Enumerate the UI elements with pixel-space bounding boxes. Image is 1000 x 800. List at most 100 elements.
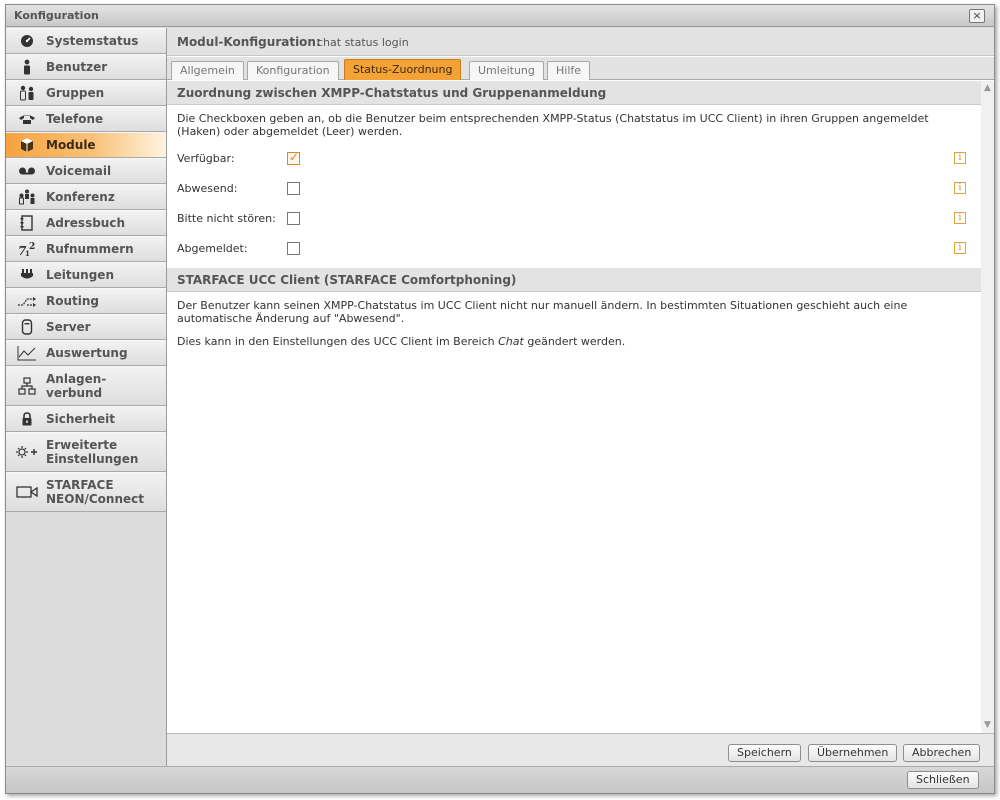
sidebar-item-label: Systemstatus bbox=[46, 34, 139, 48]
tab-umleitung[interactable]: Umleitung bbox=[469, 61, 544, 80]
scroll-down-icon[interactable]: ▼ bbox=[983, 721, 992, 730]
info-icon[interactable]: i bbox=[954, 212, 966, 224]
check-icon: ✓ bbox=[289, 150, 300, 164]
sidebar-item-telefone[interactable]: Telefone bbox=[6, 106, 166, 132]
network-icon bbox=[15, 376, 39, 396]
cancel-button[interactable]: Abbrechen bbox=[903, 744, 981, 762]
panel-footer: Speichern Übernehmen Abbrechen bbox=[167, 733, 994, 766]
sidebar-item-label: Leitungen bbox=[46, 268, 114, 282]
status-label-bitte-nicht-stoeren: Bitte nicht stören: bbox=[177, 212, 276, 225]
sidebar-item-label: Auswertung bbox=[46, 346, 128, 360]
routing-icon bbox=[15, 291, 39, 311]
sidebar-item-systemstatus[interactable]: Systemstatus bbox=[6, 28, 166, 54]
window-bottombar: Schließen bbox=[6, 766, 994, 793]
description-line-1: Die Checkboxen geben an, ob die Benutzer… bbox=[177, 112, 929, 125]
sidebar-item-voicemail[interactable]: Voicemail bbox=[6, 158, 166, 184]
sidebar-item-label: Gruppen bbox=[46, 86, 105, 100]
sidebar-item-adressbuch[interactable]: Adressbuch bbox=[6, 210, 166, 236]
status-label-abwesend: Abwesend: bbox=[177, 182, 238, 195]
module-header-key: Modul-Konfiguration: bbox=[177, 35, 321, 49]
sidebar-item-rufnummern[interactable]: 712 Rufnummern bbox=[6, 236, 166, 262]
sidebar-item-benutzer[interactable]: Benutzer bbox=[6, 54, 166, 80]
sidebar-item-routing[interactable]: Routing bbox=[6, 288, 166, 314]
apply-button[interactable]: Übernehmen bbox=[808, 744, 898, 762]
numbers-icon: 712 bbox=[15, 239, 39, 259]
checkbox-verfuegbar[interactable]: ✓ bbox=[287, 150, 300, 165]
svg-text:2: 2 bbox=[29, 242, 35, 252]
sidebar-item-label: Benutzer bbox=[46, 60, 108, 74]
sidebar-item-label: Rufnummern bbox=[46, 242, 134, 256]
sidebar-item-konferenz[interactable]: Konferenz bbox=[6, 184, 166, 210]
status-label-abgemeldet: Abgemeldet: bbox=[177, 242, 248, 255]
section-description: Die Checkboxen geben an, ob die Benutzer… bbox=[177, 112, 967, 138]
tab-content: Zuordnung zwischen XMPP-Chatstatus und G… bbox=[167, 81, 994, 733]
ucc-paragraph-2-before: Dies kann in den Einstellungen des UCC C… bbox=[177, 335, 499, 348]
ucc-paragraph-1-line-2: automatische Änderung auf "Abwesend". bbox=[177, 312, 405, 325]
checkbox-abgemeldet[interactable] bbox=[287, 242, 300, 255]
status-label-verfuegbar: Verfügbar: bbox=[177, 152, 235, 165]
sidebar-item-server[interactable]: Server bbox=[6, 314, 166, 340]
checkbox-abwesend[interactable] bbox=[287, 182, 300, 195]
info-icon[interactable]: i bbox=[954, 152, 966, 164]
camera-icon bbox=[15, 482, 39, 502]
advanced-settings-icon bbox=[15, 442, 39, 462]
tab-allgemein[interactable]: Allgemein bbox=[171, 61, 244, 80]
label-line-2: Einstellungen bbox=[46, 452, 139, 466]
sidebar-item-module[interactable]: Module bbox=[6, 132, 166, 158]
sidebar-item-label: Erweiterte Einstellungen bbox=[46, 438, 138, 466]
close-button[interactable]: Schließen bbox=[907, 771, 979, 789]
label-line-1: Anlagen- bbox=[46, 372, 107, 386]
sidebar-item-label: Server bbox=[46, 320, 91, 334]
user-icon bbox=[15, 57, 39, 77]
config-window: Konfiguration × Systemstatus Benutzer Gr… bbox=[5, 4, 995, 794]
save-button[interactable]: Speichern bbox=[728, 744, 801, 762]
tab-status-zuordnung[interactable]: Status-Zuordnung bbox=[344, 59, 462, 80]
description-line-2: (Haken) oder abgemeldet (Leer) werden. bbox=[177, 125, 403, 138]
section-title-zuordnung: Zuordnung zwischen XMPP-Chatstatus und G… bbox=[167, 81, 981, 105]
ucc-paragraph-1-line-1: Der Benutzer kann seinen XMPP-Chatstatus… bbox=[177, 299, 908, 312]
sidebar-item-sicherheit[interactable]: Sicherheit bbox=[6, 406, 166, 432]
ucc-paragraph-2-after: geändert werden. bbox=[523, 335, 626, 348]
scroll-up-icon[interactable]: ▲ bbox=[983, 84, 992, 93]
label-line-2: NEON/Connect bbox=[46, 492, 144, 506]
sidebar-item-erweiterte-einstellungen[interactable]: Erweiterte Einstellungen bbox=[6, 432, 166, 472]
phone-icon bbox=[15, 109, 39, 129]
dashboard-icon bbox=[15, 31, 39, 51]
section-title-ucc-client: STARFACE UCC Client (STARFACE Comfortpho… bbox=[167, 268, 981, 292]
content-scrollbar[interactable]: ▲ ▼ bbox=[981, 81, 994, 733]
chart-icon bbox=[15, 343, 39, 363]
sidebar-item-label: Adressbuch bbox=[46, 216, 126, 230]
sidebar-item-label: Anlagen-verbund bbox=[46, 372, 106, 400]
sidebar-item-gruppen[interactable]: Gruppen bbox=[6, 80, 166, 106]
ucc-paragraph-2: Dies kann in den Einstellungen des UCC C… bbox=[177, 335, 967, 348]
tab-bar: Allgemein Konfiguration Status-Zuordnung… bbox=[167, 57, 994, 80]
module-cube-icon bbox=[15, 135, 39, 155]
sidebar-item-auswertung[interactable]: Auswertung bbox=[6, 340, 166, 366]
sidebar-item-anlagenverbund[interactable]: Anlagen-verbund bbox=[6, 366, 166, 406]
sidebar-item-label: Konferenz bbox=[46, 190, 115, 204]
sidebar-item-label: Routing bbox=[46, 294, 100, 308]
ucc-paragraph-2-chat: Chat bbox=[498, 335, 524, 348]
voicemail-icon bbox=[15, 161, 39, 181]
lock-icon bbox=[15, 409, 39, 429]
module-header: Modul-Konfiguration: chat status login bbox=[167, 28, 994, 56]
sidebar-item-leitungen[interactable]: Leitungen bbox=[6, 262, 166, 288]
window-close-button[interactable]: × bbox=[969, 9, 985, 23]
checkbox-bitte-nicht-stoeren[interactable] bbox=[287, 212, 300, 225]
ucc-paragraph-1: Der Benutzer kann seinen XMPP-Chatstatus… bbox=[177, 299, 967, 325]
sidebar-item-label: Telefone bbox=[46, 112, 104, 126]
sidebar-nav: Systemstatus Benutzer Gruppen Telefone M… bbox=[6, 28, 167, 766]
tab-hilfe[interactable]: Hilfe bbox=[547, 61, 591, 80]
info-icon[interactable]: i bbox=[954, 182, 966, 194]
sidebar-item-starface-neon-connect[interactable]: STARFACE NEON/Connect bbox=[6, 472, 166, 512]
label-line-1: STARFACE bbox=[46, 478, 114, 492]
window-titlebar: Konfiguration × bbox=[6, 5, 994, 27]
label-line-2: verbund bbox=[46, 386, 103, 400]
info-icon[interactable]: i bbox=[954, 242, 966, 254]
server-icon bbox=[15, 317, 39, 337]
sidebar-item-label: Module bbox=[46, 138, 96, 152]
tab-konfiguration[interactable]: Konfiguration bbox=[247, 61, 339, 80]
conference-icon bbox=[15, 187, 39, 207]
sidebar-item-label: STARFACE NEON/Connect bbox=[46, 478, 144, 506]
module-header-value: chat status login bbox=[317, 36, 409, 49]
